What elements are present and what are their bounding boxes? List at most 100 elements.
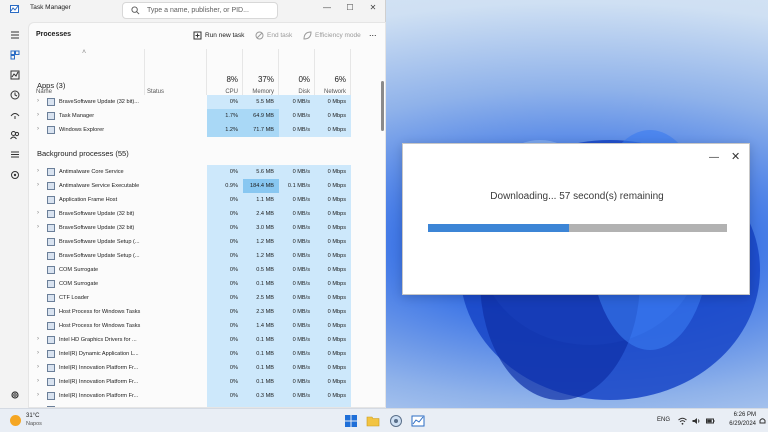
- clock-time[interactable]: 6:26 PM: [722, 412, 756, 418]
- vertical-scrollbar[interactable]: [381, 81, 384, 131]
- process-icon: [47, 378, 55, 386]
- close-button[interactable]: ✕: [364, 2, 382, 14]
- details-icon[interactable]: [10, 150, 20, 160]
- dialog-minimize-button[interactable]: —: [709, 152, 719, 163]
- more-options-button[interactable]: ...: [369, 28, 377, 38]
- expand-chevron-icon[interactable]: ›: [37, 168, 39, 174]
- expand-chevron-icon[interactable]: ›: [37, 210, 39, 216]
- file-explorer-icon[interactable]: [365, 413, 381, 429]
- task-manager-taskbar-icon[interactable]: [410, 413, 426, 429]
- settings-gear-icon[interactable]: [10, 390, 20, 400]
- process-row[interactable]: Host Process for Windows Tasks 0% 1.4 MB 0 …: [29, 319, 385, 333]
- hamburger-menu-icon[interactable]: [10, 30, 20, 40]
- expand-chevron-icon[interactable]: ›: [37, 224, 39, 230]
- expand-chevron-icon[interactable]: ›: [37, 182, 39, 188]
- group-background-heading: Background processes (55): [37, 149, 129, 158]
- process-network: 0 Mbps: [315, 361, 351, 375]
- process-network: 0 Mbps: [315, 375, 351, 389]
- expand-chevron-icon[interactable]: ›: [37, 98, 39, 104]
- process-row[interactable]: CTF Loader 0% 2.5 MB 0 MB/s 0 Mbps: [29, 291, 385, 305]
- volume-icon[interactable]: [692, 417, 701, 425]
- process-disk: 0 MB/s: [279, 193, 315, 207]
- process-row[interactable]: Host Process for Windows Tasks 0% 2.3 MB 0 …: [29, 305, 385, 319]
- weather-temperature[interactable]: 31°C: [26, 413, 39, 419]
- run-new-task-button[interactable]: Run new task: [193, 31, 244, 40]
- process-name: Application Frame Host: [59, 197, 118, 203]
- process-row[interactable]: › Antimalware Core Service 0% 5.6 MB 0 MB/s 0…: [29, 165, 385, 179]
- process-row[interactable]: BraveSoftware Update Setup (... 0% 1.2 MB 0…: [29, 235, 385, 249]
- weather-location[interactable]: Napos: [26, 421, 42, 427]
- process-network: 0 Mbps: [315, 179, 351, 193]
- app-history-icon[interactable]: [10, 90, 20, 100]
- end-task-button[interactable]: End task: [255, 31, 292, 40]
- process-row[interactable]: › Intel(R) Innovation Platform Fr... 0% 0.1…: [29, 361, 385, 375]
- weather-sun-icon[interactable]: [10, 415, 21, 426]
- process-network: 0 Mbps: [315, 263, 351, 277]
- services-icon[interactable]: [10, 170, 20, 180]
- expand-chevron-icon[interactable]: ›: [37, 392, 39, 398]
- column-divider: [314, 49, 315, 95]
- battery-icon[interactable]: [706, 417, 715, 425]
- end-task-label: End task: [267, 32, 293, 39]
- process-memory: 64.9 MB: [243, 109, 279, 123]
- search-placeholder: Type a name, publisher, or PID...: [147, 7, 249, 14]
- expand-chevron-icon[interactable]: ›: [37, 126, 39, 132]
- process-row[interactable]: BraveSoftware Update Setup (... 0% 1.2 MB 0…: [29, 249, 385, 263]
- expand-chevron-icon[interactable]: ›: [37, 364, 39, 370]
- process-icon: [47, 196, 55, 204]
- process-name: COM Surrogate: [59, 267, 99, 273]
- process-row[interactable]: Application Frame Host 0% 1.1 MB 0 MB/s 0 Mb…: [29, 193, 385, 207]
- leaf-icon: [303, 31, 312, 40]
- dialog-close-button[interactable]: ✕: [731, 150, 740, 163]
- process-memory: 5.5 MB: [243, 95, 279, 109]
- column-divider: [350, 49, 351, 95]
- minimize-button[interactable]: —: [318, 2, 336, 14]
- efficiency-mode-button[interactable]: Efficiency mode: [303, 31, 361, 40]
- process-cpu: 0%: [207, 235, 243, 249]
- cpu-total: 8%: [226, 75, 238, 84]
- start-button-windows-icon[interactable]: [343, 413, 359, 429]
- expand-chevron-icon[interactable]: ›: [37, 378, 39, 384]
- process-row[interactable]: › Antimalware Service Executable 0.9% 184.4…: [29, 179, 385, 193]
- process-row[interactable]: › BraveSoftware Update (32 bit) 0% 2.4 MB 0 …: [29, 207, 385, 221]
- notifications-bell-icon[interactable]: [759, 417, 766, 425]
- maximize-button[interactable]: ☐: [341, 2, 359, 14]
- process-row[interactable]: › BraveSoftware Update (32 bit)... 0% 5.5 M…: [29, 95, 385, 109]
- page-title: Processes: [36, 31, 72, 38]
- processes-icon[interactable]: [10, 50, 20, 60]
- process-disk: 0 MB/s: [279, 221, 315, 235]
- browser-icon[interactable]: [388, 413, 404, 429]
- expand-chevron-icon[interactable]: ›: [37, 350, 39, 356]
- expand-chevron-icon[interactable]: ›: [37, 336, 39, 342]
- process-disk: 0.1 MB/s: [279, 179, 315, 193]
- search-input[interactable]: Type a name, publisher, or PID...: [122, 2, 278, 19]
- process-network: 0 Mbps: [315, 277, 351, 291]
- performance-icon[interactable]: [10, 70, 20, 80]
- network-total: 6%: [334, 75, 346, 84]
- process-name: BraveSoftware Update (32 bit)...: [59, 99, 139, 105]
- startup-apps-icon[interactable]: [10, 110, 20, 120]
- process-row[interactable]: COM Surrogate 0% 0.5 MB 0 MB/s 0 Mbps: [29, 263, 385, 277]
- process-icon: [47, 252, 55, 260]
- process-row[interactable]: › Intel(R) Innovation Platform Fr... 0% 0.1…: [29, 375, 385, 389]
- process-row[interactable]: › Task Manager 1.7% 64.9 MB 0 MB/s 0 Mbps: [29, 109, 385, 123]
- process-row[interactable]: › BraveSoftware Update (32 bit) 0% 3.0 MB 0 …: [29, 221, 385, 235]
- language-indicator[interactable]: ENG: [657, 417, 670, 423]
- expand-chevron-icon[interactable]: ›: [37, 112, 39, 118]
- process-network: 0 Mbps: [315, 319, 351, 333]
- process-network: 0 Mbps: [315, 249, 351, 263]
- process-icon: [47, 224, 55, 232]
- run-task-icon: [193, 31, 202, 40]
- wifi-icon[interactable]: [678, 417, 687, 425]
- sort-chevron-icon: ˄: [82, 49, 87, 56]
- process-row[interactable]: › Windows Explorer 1.2% 71.7 MB 0 MB/s 0 Mbps: [29, 123, 385, 137]
- process-row[interactable]: › Intel HD Graphics Drivers for ... 0% 0.1 …: [29, 333, 385, 347]
- process-memory: 0.5 MB: [243, 263, 279, 277]
- users-icon[interactable]: [10, 130, 20, 140]
- process-row[interactable]: › Intel(R) Innovation Platform Fr... 0% 0.3…: [29, 389, 385, 403]
- process-cpu: 1.7%: [207, 109, 243, 123]
- process-row[interactable]: › Intel(R) Dynamic Application L... 0% 0.1 …: [29, 347, 385, 361]
- process-row[interactable]: COM Surrogate 0% 0.1 MB 0 MB/s 0 Mbps: [29, 277, 385, 291]
- process-icon: [47, 168, 55, 176]
- clock-date[interactable]: 6/29/2024: [718, 421, 756, 427]
